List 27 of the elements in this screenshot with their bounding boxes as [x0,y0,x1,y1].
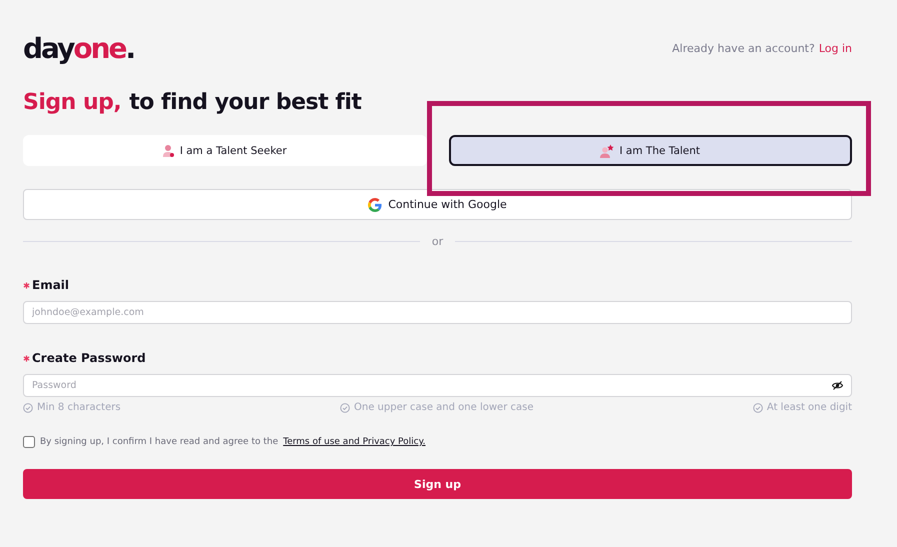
role-tab[interactable]: I am a Talent Seeker [23,135,426,166]
check-circle-icon [752,402,763,412]
role-tab[interactable]: I am The Talent [448,135,852,166]
person-search-icon [162,144,175,158]
heading: to find your best fit [129,90,362,115]
google-icon [368,198,382,212]
password-rule: One upper case and one lower case [340,402,534,413]
login-link[interactable]: Log in [818,42,852,54]
sign-up-button[interactable]: Sign up [23,469,852,499]
consent-text: By signing up, I confirm I have read and agree to the [40,437,278,447]
field-label: Create Password [32,351,146,365]
divider-label: or [432,235,444,248]
terms-link[interactable]: Terms of use and Privacy Policy. [283,437,426,447]
check-circle-icon [23,402,33,412]
password-rule: Min 8 characters [23,402,121,413]
consent-checkbox[interactable] [23,436,35,448]
person-star-icon [600,144,614,158]
field-label: Email [32,278,70,292]
check-circle-icon [340,402,350,412]
logo: dayone. [23,32,134,64]
password-field[interactable]: Password [23,374,852,397]
email-field[interactable]: johndoe@example.com [23,301,852,324]
password-rule: At least one digit [752,402,852,413]
login-prompt: Already have an account? [672,42,815,54]
eye-off-icon[interactable] [832,381,843,390]
google-button[interactable]: Continue with Google [23,189,852,220]
heading-accent: Sign up, [23,90,122,115]
